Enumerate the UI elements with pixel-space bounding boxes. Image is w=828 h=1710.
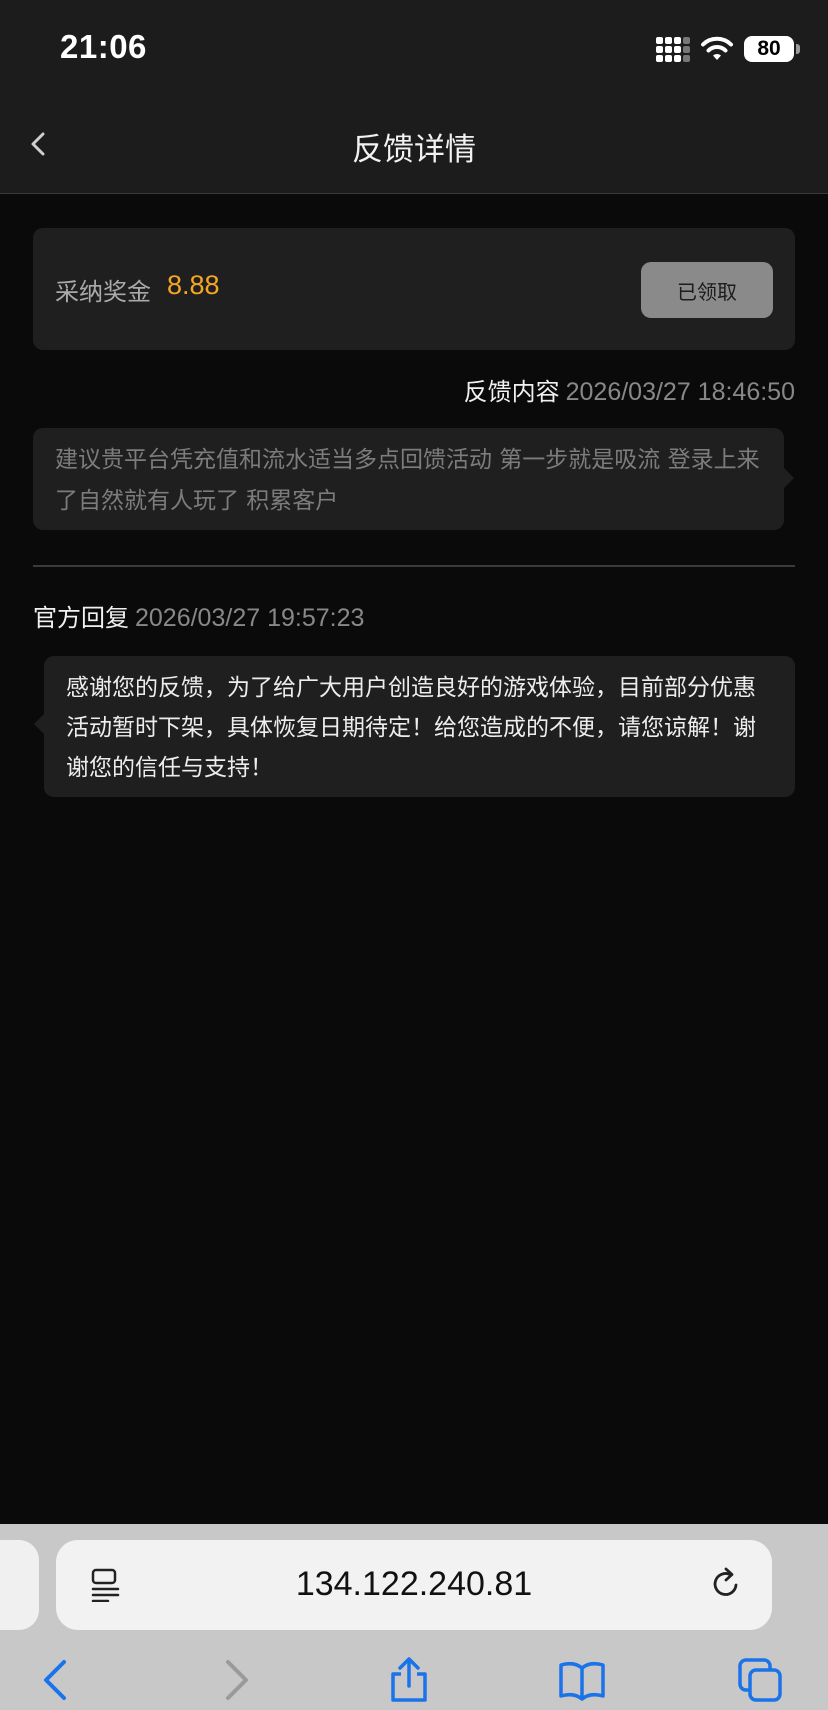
tabs-icon[interactable] [736, 1656, 784, 1704]
browser-forward-icon[interactable] [210, 1656, 258, 1704]
address-bar[interactable]: 134.122.240.81 [56, 1540, 772, 1630]
feedback-title: 反馈内容 [463, 378, 560, 406]
browser-back-icon[interactable] [34, 1656, 82, 1704]
claimed-button[interactable]: 已领取 [641, 262, 773, 318]
status-time: 21:06 [60, 28, 147, 65]
feedback-time: 2026/03/27 18:46:50 [565, 378, 795, 406]
reward-label: 采纳奖金 [55, 278, 151, 306]
cellular-signal-icon [656, 36, 690, 62]
wifi-icon [701, 36, 733, 60]
status-icons: 80 [656, 34, 800, 64]
reply-header: 官方回复 2026/03/27 19:57:23 [33, 598, 364, 633]
reply-title: 官方回复 [33, 604, 129, 632]
reward-card: 采纳奖金 8.88 已领取 [33, 228, 795, 350]
status-bar: 21:06 80 [0, 0, 828, 96]
feedback-bubble: 建议贵平台凭充值和流水适当多点回馈活动 第一步就是吸流 登录上来了自然就有人玩了… [33, 428, 794, 530]
reward-amount: 8.88 [167, 270, 220, 300]
reload-icon[interactable] [708, 1566, 744, 1602]
reply-time: 2026/03/27 19:57:23 [135, 604, 365, 632]
divider [33, 565, 795, 567]
url-text[interactable]: 134.122.240.81 [56, 1565, 772, 1604]
share-icon[interactable] [385, 1656, 433, 1704]
battery-level: 80 [757, 37, 781, 60]
battery-icon: 80 [744, 36, 800, 62]
nav-bar: 反馈详情 [0, 96, 828, 194]
feedback-header: 反馈内容 2026/03/27 18:46:50 [464, 372, 795, 407]
previous-tab-preview[interactable] [0, 1540, 39, 1630]
bookmarks-icon[interactable] [558, 1656, 606, 1704]
reply-bubble: 感谢您的反馈，为了给广大用户创造良好的游戏体验，目前部分优惠活动暂时下架，具体恢… [34, 656, 795, 797]
browser-toolbar: 134.122.240.81 [0, 1524, 828, 1710]
page-title: 反馈详情 [352, 132, 476, 168]
